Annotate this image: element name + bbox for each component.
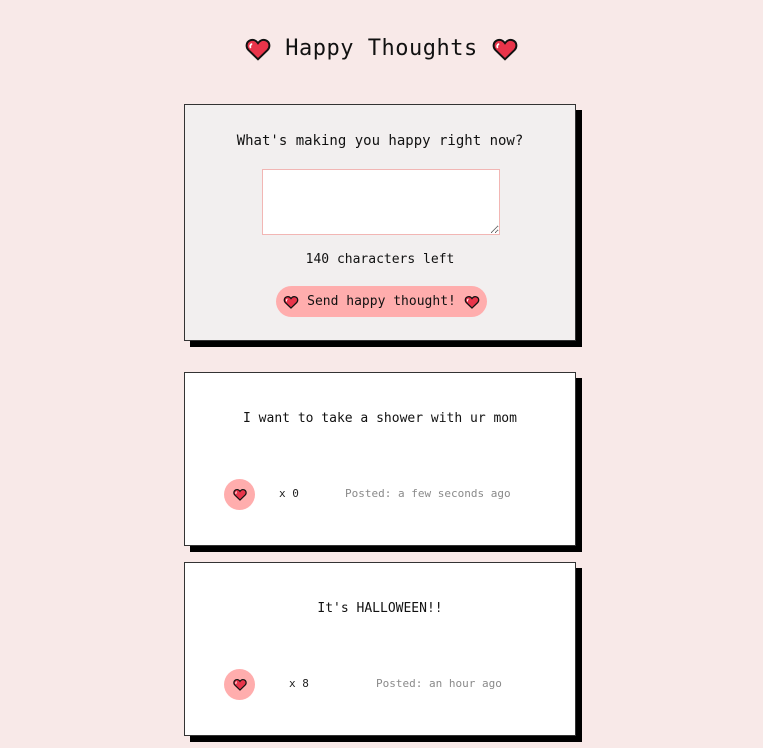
form-prompt: What's making you happy right now? [236, 133, 524, 149]
heart-icon [464, 295, 480, 309]
thought-message: I want to take a shower with ur mom [243, 411, 517, 426]
like-count: x 8 [289, 677, 309, 690]
characters-left: 140 characters left [305, 252, 455, 267]
heart-icon [232, 678, 247, 691]
new-thought-form: What's making you happy right now? 140 c… [184, 104, 576, 341]
heart-icon [283, 295, 299, 309]
like-count: x 0 [279, 487, 299, 500]
page-title: Happy Thoughts [285, 36, 478, 61]
heart-icon [245, 37, 271, 61]
thought-card: I want to take a shower with ur mom x 0 … [184, 372, 576, 546]
thought-input[interactable] [262, 169, 500, 235]
heart-icon [232, 488, 247, 501]
thought-message: It's HALLOWEEN!! [317, 601, 443, 616]
like-button[interactable] [224, 479, 255, 510]
posted-time: Posted: an hour ago [376, 677, 502, 690]
posted-time: Posted: a few seconds ago [345, 487, 511, 500]
send-thought-button[interactable]: Send happy thought! [276, 286, 487, 317]
thought-card: It's HALLOWEEN!! x 8 Posted: an hour ago [184, 562, 576, 736]
heart-icon [492, 37, 518, 61]
page-header: Happy Thoughts [0, 36, 763, 61]
send-button-label: Send happy thought! [307, 294, 456, 309]
like-button[interactable] [224, 669, 255, 700]
